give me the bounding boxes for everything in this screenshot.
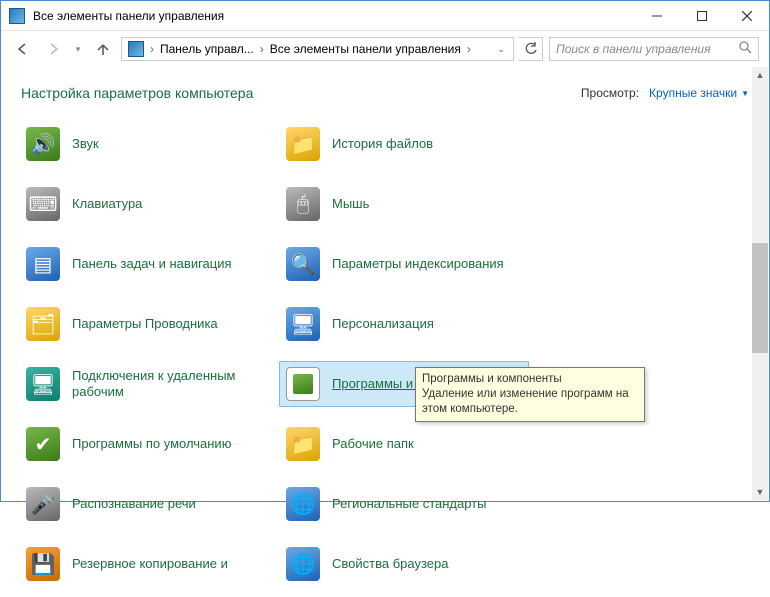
maximize-icon	[697, 11, 707, 21]
folder-clock-icon: 📁	[286, 127, 320, 161]
programs-icon	[286, 367, 320, 401]
close-button[interactable]	[724, 1, 769, 31]
view-value[interactable]: Крупные значки ▼	[649, 86, 749, 100]
item-label: Звук	[72, 136, 99, 152]
control-panel-icon	[128, 41, 144, 57]
window-title: Все элементы панели управления	[33, 9, 634, 23]
item-personalization[interactable]: 🖥 Персонализация	[279, 301, 529, 347]
scroll-down-button[interactable]: ▼	[752, 484, 768, 500]
forward-button[interactable]	[41, 37, 65, 61]
arrow-right-icon	[46, 42, 60, 56]
scroll-up-button[interactable]: ▲	[752, 67, 768, 83]
work-folders-icon: 📁	[286, 427, 320, 461]
item-label: Резервное копирование и	[72, 556, 228, 572]
item-label: Региональные стандарты	[332, 496, 486, 512]
item-keyboard[interactable]: ⌨ Клавиатура	[19, 181, 269, 227]
chevron-down-icon: ▼	[741, 89, 749, 98]
maximize-button[interactable]	[679, 1, 724, 31]
nav-row: ▾ › Панель управл... › Все элементы пане…	[1, 31, 769, 67]
item-explorer-options[interactable]: 🗂 Параметры Проводника	[19, 301, 269, 347]
page-header: Настройка параметров компьютера Просмотр…	[1, 67, 769, 101]
breadcrumb-seg-2[interactable]: Все элементы панели управления	[266, 42, 465, 56]
item-taskbar[interactable]: ▤ Панель задач и навигация	[19, 241, 269, 287]
item-label: Подключения к удаленным рабочим	[72, 368, 262, 401]
monitor-icon: 🖥	[286, 307, 320, 341]
mouse-icon: 🖱	[286, 187, 320, 221]
breadcrumb-seg-1[interactable]: Панель управл...	[156, 42, 258, 56]
item-label: Персонализация	[332, 316, 434, 332]
refresh-button[interactable]	[519, 37, 543, 61]
refresh-icon	[524, 42, 538, 56]
globe-clock-icon: 🌐	[286, 487, 320, 521]
chevron-down-icon[interactable]: ⌄	[491, 44, 511, 55]
view-label: Просмотр:	[581, 86, 639, 100]
vertical-scrollbar[interactable]: ▲ ▼	[752, 67, 768, 500]
item-label: Параметры Проводника	[72, 316, 218, 332]
item-label: Свойства браузера	[332, 556, 448, 572]
up-button[interactable]	[91, 37, 115, 61]
item-sound[interactable]: 🔊 Звук	[19, 121, 269, 167]
item-backup[interactable]: 💾 Резервное копирование и	[19, 541, 269, 587]
item-remote-connections[interactable]: 🖥 Подключения к удаленным рабочим	[19, 361, 269, 407]
breadcrumb[interactable]: › Панель управл... › Все элементы панели…	[121, 37, 514, 61]
item-indexing[interactable]: 🔍 Параметры индексирования	[279, 241, 529, 287]
globe-icon: 🌐	[286, 547, 320, 581]
back-button[interactable]	[11, 37, 35, 61]
search-placeholder: Поиск в панели управления	[556, 42, 711, 56]
defaults-icon: ✔	[26, 427, 60, 461]
item-label: Программы по умолчанию	[72, 436, 231, 452]
remote-icon: 🖥	[26, 367, 60, 401]
chevron-right-icon[interactable]: ›	[258, 42, 266, 56]
folder-options-icon: 🗂	[26, 307, 60, 341]
speaker-icon: 🔊	[26, 127, 60, 161]
backup-icon: 💾	[26, 547, 60, 581]
app-icon	[9, 8, 25, 24]
item-work-folders[interactable]: 📁 Рабочие папк	[279, 421, 529, 467]
item-speech[interactable]: 🎤 Распознавание речи	[19, 481, 269, 527]
item-default-programs[interactable]: ✔ Программы по умолчанию	[19, 421, 269, 467]
item-label: История файлов	[332, 136, 433, 152]
tooltip: Программы и компоненты Удаление или изме…	[415, 367, 645, 422]
minimize-icon	[652, 11, 662, 21]
page-title: Настройка параметров компьютера	[21, 85, 253, 101]
arrow-up-icon	[96, 42, 110, 56]
item-internet-options[interactable]: 🌐 Свойства браузера	[279, 541, 529, 587]
search-input[interactable]: Поиск в панели управления	[549, 37, 759, 61]
item-label: Мышь	[332, 196, 369, 212]
title-bar: Все элементы панели управления	[1, 1, 769, 31]
view-selector: Просмотр: Крупные значки ▼	[581, 86, 749, 100]
item-region[interactable]: 🌐 Региональные стандарты	[279, 481, 529, 527]
search-icon: 🔍	[286, 247, 320, 281]
tooltip-title: Программы и компоненты	[422, 372, 638, 387]
item-file-history[interactable]: 📁 История файлов	[279, 121, 529, 167]
close-icon	[742, 11, 752, 21]
chevron-right-icon[interactable]: ›	[465, 42, 473, 56]
minimize-button[interactable]	[634, 1, 679, 31]
recent-button[interactable]: ▾	[71, 37, 85, 61]
item-label: Параметры индексирования	[332, 256, 504, 272]
microphone-icon: 🎤	[26, 487, 60, 521]
item-mouse[interactable]: 🖱 Мышь	[279, 181, 529, 227]
item-label: Рабочие папк	[332, 436, 414, 452]
tooltip-body: Удаление или изменение программ на этом …	[422, 387, 638, 417]
item-label: Распознавание речи	[72, 496, 196, 512]
taskbar-icon: ▤	[26, 247, 60, 281]
item-label: Панель задач и навигация	[72, 256, 232, 272]
scroll-thumb[interactable]	[752, 243, 768, 353]
scroll-track[interactable]	[752, 83, 768, 484]
search-icon[interactable]	[739, 41, 752, 57]
keyboard-icon: ⌨	[26, 187, 60, 221]
item-label: Клавиатура	[72, 196, 142, 212]
arrow-left-icon	[16, 42, 30, 56]
view-value-text: Крупные значки	[649, 86, 737, 100]
chevron-right-icon[interactable]: ›	[148, 42, 156, 56]
items-grid: 🔊Звук 📁История файлов ⌨Клавиатура 🖱Мышь …	[1, 101, 769, 597]
